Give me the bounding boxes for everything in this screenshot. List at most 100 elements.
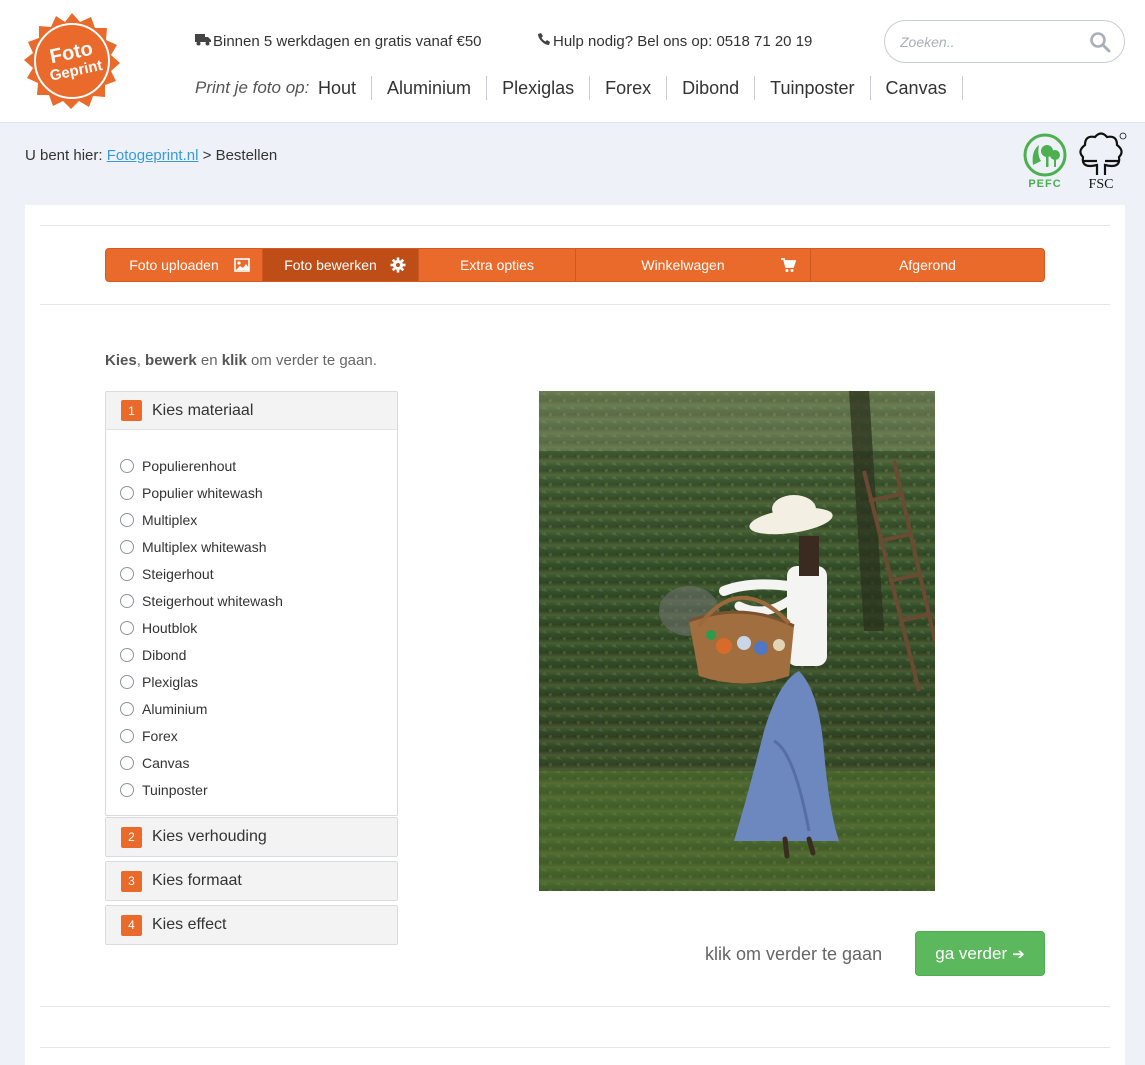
material-nav: Hout Aluminium Plexiglas Forex Dibond Tu… bbox=[303, 76, 963, 100]
intro-comma: , bbox=[136, 352, 141, 369]
order-panel: Foto uploaden Foto bewerken Extra opties… bbox=[25, 205, 1125, 1065]
nav-item-hout[interactable]: Hout bbox=[303, 76, 373, 100]
nav-item-plexiglas[interactable]: Plexiglas bbox=[487, 76, 591, 100]
ga-verder-button[interactable]: ga verder ➔ bbox=[915, 931, 1045, 976]
option-label: Populierenhout bbox=[142, 457, 237, 474]
material-option[interactable]: Forex bbox=[120, 722, 397, 749]
cta-hint: klik om verder te gaan bbox=[705, 944, 883, 964]
radio-button[interactable] bbox=[120, 701, 134, 716]
pefc-text: PEFC bbox=[1028, 178, 1061, 190]
radio-button[interactable] bbox=[120, 485, 134, 500]
radio-button[interactable] bbox=[120, 539, 134, 554]
material-option[interactable]: Multiplex bbox=[120, 506, 397, 533]
step-label: Extra opties bbox=[460, 257, 534, 273]
step-foto-bewerken[interactable]: Foto bewerken bbox=[263, 249, 419, 281]
radio-button[interactable] bbox=[120, 458, 134, 473]
step-label: Winkelwagen bbox=[641, 257, 725, 273]
divider bbox=[40, 304, 1110, 305]
order-steps: Foto uploaden Foto bewerken Extra opties… bbox=[105, 248, 1045, 282]
accordion-title: Kies formaat bbox=[152, 872, 242, 889]
material-option[interactable]: Steigerhout whitewash bbox=[120, 587, 397, 614]
arrow-right-icon: ➔ bbox=[1012, 945, 1025, 963]
option-label: Multiplex bbox=[142, 511, 198, 528]
step-foto-uploaden[interactable]: Foto uploaden bbox=[106, 249, 263, 281]
option-label: Tuinposter bbox=[142, 781, 208, 798]
radio-button[interactable] bbox=[120, 512, 134, 527]
radio-button[interactable] bbox=[120, 674, 134, 689]
search-input[interactable] bbox=[900, 32, 1080, 52]
shipping-info: Binnen 5 werkdagen en gratis vanaf €50 bbox=[195, 33, 482, 50]
intro-klik: klik bbox=[221, 352, 247, 369]
radio-button[interactable] bbox=[120, 620, 134, 635]
accordion-header[interactable]: 4 Kies effect bbox=[106, 906, 397, 944]
intro-bewerk: bewerk bbox=[145, 352, 197, 369]
material-option[interactable]: Aluminium bbox=[120, 695, 397, 722]
fotogeprint-logo[interactable]: Foto Geprint bbox=[24, 13, 120, 109]
option-label: Multiplex whitewash bbox=[142, 538, 267, 555]
accordion-header[interactable]: 1 Kies materiaal bbox=[106, 392, 397, 430]
radio-button[interactable] bbox=[120, 782, 134, 797]
option-label: Steigerhout whitewash bbox=[142, 592, 283, 609]
breadcrumb-current: Bestellen bbox=[215, 147, 278, 164]
intro-text: Kies, bewerk en klik om verder te gaan. bbox=[105, 352, 377, 369]
radio-button[interactable] bbox=[120, 566, 134, 581]
accordion-kies-effect: 4 Kies effect bbox=[105, 905, 398, 945]
photo-preview bbox=[539, 391, 935, 891]
nav-item-tuinposter[interactable]: Tuinposter bbox=[755, 76, 871, 100]
accordion-kies-materiaal: 1 Kies materiaal Populierenhout Populier… bbox=[105, 391, 398, 816]
step-extra-opties[interactable]: Extra opties bbox=[419, 249, 576, 281]
step-number-badge: 2 bbox=[121, 826, 142, 848]
radio-button[interactable] bbox=[120, 755, 134, 770]
step-winkelwagen[interactable]: Winkelwagen bbox=[576, 249, 811, 281]
radio-button[interactable] bbox=[120, 593, 134, 608]
step-label: Foto bewerken bbox=[284, 257, 377, 273]
step-number-badge: 4 bbox=[121, 914, 142, 936]
divider bbox=[40, 1006, 1110, 1007]
intro-en: en bbox=[200, 352, 218, 369]
option-label: Forex bbox=[142, 727, 178, 744]
option-label: Plexiglas bbox=[142, 673, 199, 690]
material-option[interactable]: Populierenhout bbox=[120, 452, 397, 479]
cart-icon bbox=[781, 258, 796, 272]
breadcrumb-home-link[interactable]: Fotogeprint.nl bbox=[107, 147, 199, 164]
material-option[interactable]: Houtblok bbox=[120, 614, 397, 641]
breadcrumb-prefix: U bent hier: bbox=[25, 147, 103, 164]
material-option[interactable]: Dibond bbox=[120, 641, 397, 668]
nav-item-dibond[interactable]: Dibond bbox=[667, 76, 756, 100]
fsc-logo: FSC bbox=[1079, 132, 1127, 191]
material-option[interactable]: Steigerhout bbox=[120, 560, 397, 587]
accordion-header[interactable]: 2 Kies verhouding bbox=[106, 818, 397, 856]
pefc-logo: PEFC bbox=[1023, 133, 1067, 190]
accordion-title: Kies materiaal bbox=[152, 401, 254, 419]
option-label: Dibond bbox=[142, 646, 187, 663]
gear-icon bbox=[390, 257, 406, 273]
step-number-badge: 1 bbox=[121, 400, 142, 421]
step-label: Foto uploaden bbox=[129, 257, 219, 273]
radio-button[interactable] bbox=[120, 647, 134, 662]
radio-button[interactable] bbox=[120, 728, 134, 743]
step-number-badge: 3 bbox=[121, 870, 142, 892]
site-header: Foto Geprint Binnen 5 werkdagen en grati… bbox=[0, 0, 1145, 123]
nav-item-aluminium[interactable]: Aluminium bbox=[372, 76, 488, 100]
step-afgerond[interactable]: Afgerond bbox=[811, 249, 1044, 281]
truck-icon bbox=[195, 33, 213, 50]
material-option[interactable]: Plexiglas bbox=[120, 668, 397, 695]
nav-item-canvas[interactable]: Canvas bbox=[871, 76, 963, 100]
phone-text: Hulp nodig? Bel ons op: 0518 71 20 19 bbox=[553, 33, 813, 50]
fsc-text: FSC bbox=[1089, 177, 1114, 191]
search-icon[interactable] bbox=[1089, 31, 1111, 53]
intro-kies: Kies bbox=[105, 352, 137, 369]
material-option[interactable]: Populier whitewash bbox=[120, 479, 397, 506]
material-options: Populierenhout Populier whitewash Multip… bbox=[106, 430, 397, 815]
nav-item-forex[interactable]: Forex bbox=[590, 76, 668, 100]
phone-icon bbox=[538, 33, 553, 50]
image-icon bbox=[234, 258, 250, 272]
accordion-header[interactable]: 3 Kies formaat bbox=[106, 862, 397, 900]
step-label: Afgerond bbox=[899, 257, 956, 273]
option-label: Populier whitewash bbox=[142, 484, 263, 501]
material-option[interactable]: Multiplex whitewash bbox=[120, 533, 397, 560]
accordion-title: Kies verhouding bbox=[152, 828, 267, 845]
material-option[interactable]: Canvas bbox=[120, 749, 397, 776]
material-option[interactable]: Tuinposter bbox=[120, 776, 397, 803]
shipping-text: Binnen 5 werkdagen en gratis vanaf €50 bbox=[213, 33, 482, 50]
